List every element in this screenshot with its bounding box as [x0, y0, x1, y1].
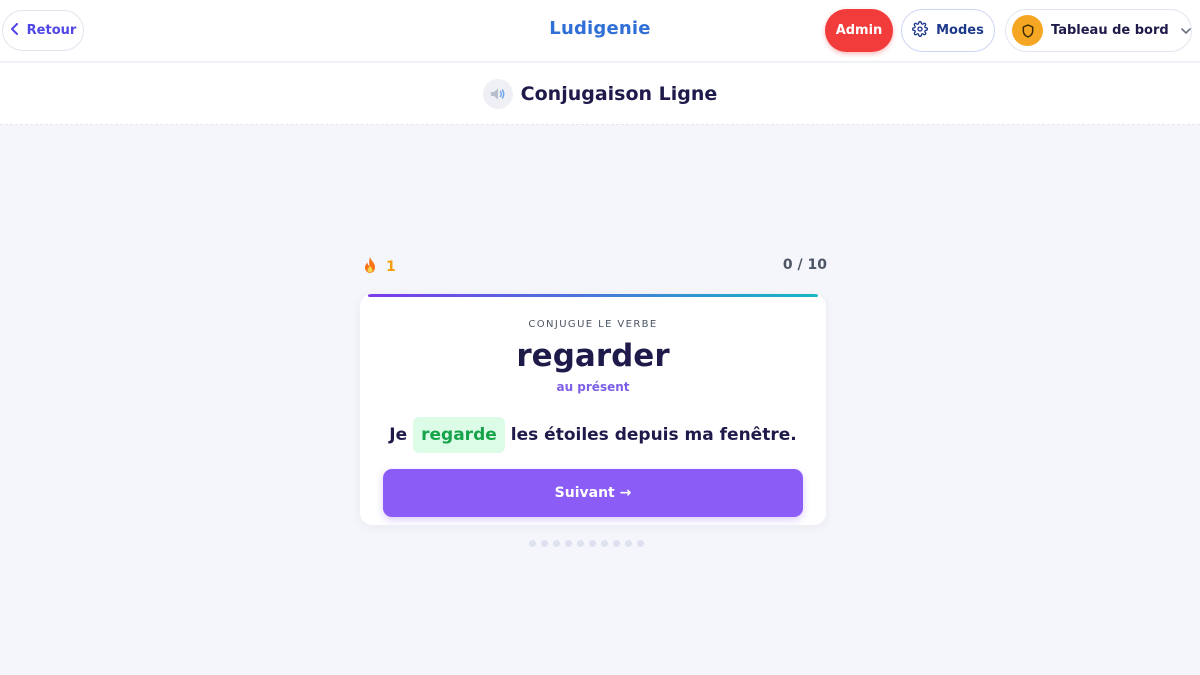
admin-button[interactable]: Admin	[825, 9, 893, 52]
shield-icon	[1012, 15, 1043, 46]
question-dot	[637, 540, 644, 547]
next-label: Suivant →	[554, 485, 632, 501]
streak-counter: 1	[362, 256, 396, 278]
question-dot	[529, 540, 536, 547]
question-dot	[601, 540, 608, 547]
question-dot	[589, 540, 596, 547]
question-progress: 0 / 10	[782, 257, 827, 273]
tense-label: au présent	[556, 380, 630, 394]
page-title: Conjugaison Ligne	[520, 82, 718, 105]
streak-value: 1	[386, 259, 396, 275]
question-dot	[541, 540, 548, 547]
top-bar: Retour Ludigenie Admin Modes Tableau de …	[0, 0, 1200, 62]
sentence-start: Je	[389, 425, 408, 445]
question-dot	[577, 540, 584, 547]
dashboard-dropdown[interactable]: Tableau de bord	[1005, 9, 1192, 52]
speaker-icon[interactable]	[482, 78, 513, 109]
answer-field[interactable]: regarde	[413, 417, 505, 453]
card-accent-bar	[368, 294, 818, 297]
question-dot	[553, 540, 560, 547]
modes-button[interactable]: Modes	[901, 9, 995, 52]
question-dot	[613, 540, 620, 547]
instruction-label: CONJUGUE LE VERBE	[528, 319, 658, 330]
admin-label: Admin	[835, 23, 883, 38]
exercise-card: CONJUGUE LE VERBE regarder au présent Je…	[360, 294, 826, 525]
question-dot	[565, 540, 572, 547]
gear-icon	[912, 20, 929, 41]
dashboard-label: Tableau de bord	[1051, 23, 1169, 38]
sentence: Je regarde les étoiles depuis ma fenêtre…	[360, 416, 826, 454]
exercise-header: Conjugaison Ligne	[0, 63, 1200, 125]
question-dot	[625, 540, 632, 547]
question-dots	[529, 540, 644, 547]
verb-title: regarder	[516, 338, 670, 374]
flame-icon	[362, 256, 378, 278]
next-button[interactable]: Suivant →	[383, 469, 803, 517]
sentence-end: les étoiles depuis ma fenêtre.	[510, 425, 797, 445]
modes-label: Modes	[936, 23, 984, 38]
chevron-down-icon	[1180, 24, 1191, 38]
